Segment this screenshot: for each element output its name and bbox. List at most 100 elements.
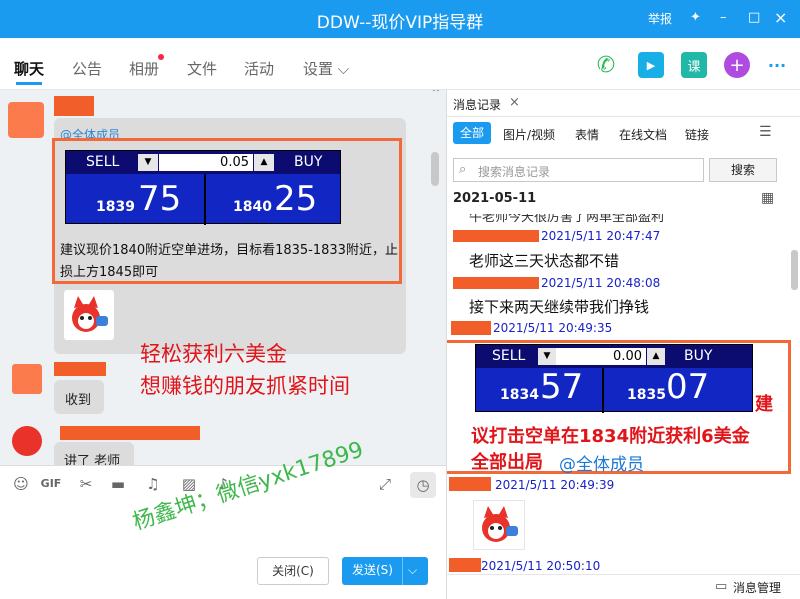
send-label: 发送(S) <box>352 563 393 577</box>
history-scrollbar[interactable] <box>791 250 798 290</box>
history-clock-icon[interactable]: ◷ <box>410 472 436 498</box>
video-call-icon[interactable]: ▶ <box>638 52 664 78</box>
sender-name <box>453 230 539 242</box>
message-time: 2021/5/11 20:49:35 <box>493 321 613 335</box>
sticker-image[interactable] <box>473 500 525 550</box>
history-close-icon[interactable]: × <box>509 95 520 110</box>
message-text: 牛老师今天很厉害了两单全部盈利 <box>469 210 665 225</box>
chat-scrollbar[interactable] <box>431 152 439 186</box>
promo-overlay-start: 建 <box>755 394 773 415</box>
search-placeholder: 搜索消息记录 <box>478 165 551 179</box>
buy-price-big: 25 <box>274 179 318 219</box>
buy-price-small: 1840 <box>233 199 272 215</box>
history-footer: ▭ 消息管理 <box>447 574 800 599</box>
tab-chat[interactable]: 聊天 <box>14 58 44 85</box>
avatar[interactable] <box>12 364 42 394</box>
chat-messages[interactable]: @全体成员 SELL ▼ 0.05 ▲ BUY 1839 75 1840 25 … <box>0 90 446 465</box>
calendar-icon[interactable]: ▦ <box>761 190 774 206</box>
sender-name <box>449 477 491 491</box>
sender-name <box>449 558 481 572</box>
lots-input[interactable]: 0.00 <box>556 348 646 365</box>
tab-files[interactable]: 文件 <box>187 58 217 79</box>
sell-price-big: 57 <box>540 367 584 407</box>
filter-all[interactable]: 全部 <box>453 122 491 144</box>
search-input[interactable]: ⌕ 搜索消息记录 <box>453 158 704 182</box>
trade-ticket: SELL ▼ 0.00 ▲ BUY 1834 57 1835 07 <box>475 344 753 413</box>
mention-all[interactable]: @全体成员 <box>559 450 644 475</box>
manage-button[interactable]: 消息管理 <box>733 579 781 596</box>
emoji-icon[interactable]: ☺ <box>10 475 32 497</box>
trade-ticket: SELL ▼ 0.05 ▲ BUY 1839 75 1840 25 <box>65 150 341 225</box>
close-window-button[interactable]: × <box>774 8 787 27</box>
sticker-image[interactable] <box>64 290 114 340</box>
add-app-icon[interactable]: + <box>724 52 750 78</box>
message-text: 老师这三天状态都不错 <box>469 252 620 270</box>
close-button[interactable]: 关闭(C) <box>257 557 329 585</box>
sender-name <box>54 96 94 116</box>
maximize-button[interactable]: □ <box>748 10 760 25</box>
avatar[interactable] <box>12 426 42 456</box>
buy-price-big: 07 <box>666 367 710 407</box>
scissors-icon[interactable]: ✂ <box>75 475 97 497</box>
send-button[interactable]: 发送(S) ⌵ <box>342 557 428 585</box>
promo-line-1: 轻松获利六美金 <box>140 342 287 366</box>
group-tabs: 聊天 公告 相册 文件 活动 设置 ⌵ ✆ ▶ 课 + ··· <box>0 38 800 90</box>
history-panel: 消息记录 × 全部 图片/视频 表情 在线文档 链接 ☰ ⌕ 搜索消息记录 搜索… <box>446 90 800 599</box>
buy-label: BUY <box>294 154 323 170</box>
ticket-divider <box>204 174 206 225</box>
sell-price-small: 1834 <box>500 387 539 403</box>
promo-line-2: 想赚钱的朋友抓紧时间 <box>140 374 350 398</box>
gif-icon[interactable]: GIF <box>40 477 62 499</box>
sell-price-small: 1839 <box>96 199 135 215</box>
phone-icon[interactable]: ✆ <box>593 52 619 78</box>
message-time: 2021/5/11 20:50:10 <box>481 559 601 573</box>
title-bar: DDW--现价VIP指导群 举报 ✦ – □ × <box>0 0 800 38</box>
sell-label: SELL <box>86 154 120 170</box>
manage-icon[interactable]: ▭ <box>715 579 727 594</box>
tab-announcement[interactable]: 公告 <box>72 58 102 79</box>
ticket-divider <box>602 368 604 413</box>
message-bubble: 讲了 老师 <box>54 442 134 465</box>
history-title: 消息记录 <box>453 98 502 112</box>
more-icon[interactable]: ··· <box>764 52 790 78</box>
filter-docs[interactable]: 在线文档 <box>619 126 667 143</box>
expand-icon[interactable]: ⤢ <box>374 475 396 497</box>
fox-sticker-icon <box>72 296 108 332</box>
lots-down-icon[interactable]: ▼ <box>138 154 158 171</box>
minimize-button[interactable]: – <box>720 10 727 25</box>
lots-input[interactable]: 0.05 <box>159 154 253 171</box>
promo-overlay-line: 全部出局 <box>471 452 543 473</box>
report-button[interactable]: 举报 <box>648 10 672 27</box>
course-icon[interactable]: 课 <box>681 52 707 78</box>
message-time: 2021/5/11 20:47:47 <box>541 229 661 243</box>
folder-icon[interactable]: ▬ <box>107 475 129 497</box>
buy-price-small: 1835 <box>627 387 666 403</box>
music-icon[interactable]: ♫ <box>142 475 164 497</box>
window-title: DDW--现价VIP指导群 <box>316 13 484 33</box>
filter-icon[interactable]: ☰ <box>759 124 772 140</box>
collapse-icon[interactable]: ⌃ <box>430 90 442 102</box>
promo-overlay-line: 议打击空单在1834附近获利6美金 <box>471 426 750 447</box>
filter-media[interactable]: 图片/视频 <box>503 126 555 143</box>
buy-label: BUY <box>684 348 713 364</box>
reply-text: 讲了 老师 <box>64 454 121 465</box>
message-time: 2021/5/11 20:49:39 <box>495 478 615 492</box>
tab-album[interactable]: 相册 <box>129 58 159 79</box>
lots-down-icon[interactable]: ▼ <box>538 348 556 365</box>
filter-links[interactable]: 链接 <box>685 126 709 143</box>
message-bubble: 收到 <box>54 380 104 414</box>
reply-text: 收到 <box>65 393 92 408</box>
history-date: 2021-05-11 <box>453 191 537 206</box>
tab-settings[interactable]: 设置 ⌵ <box>303 58 349 79</box>
send-options-icon[interactable]: ⌵ <box>408 557 417 583</box>
tab-activity[interactable]: 活动 <box>244 58 274 79</box>
sender-name <box>60 426 200 440</box>
skin-icon[interactable]: ✦ <box>690 10 701 25</box>
search-button[interactable]: 搜索 <box>709 158 777 182</box>
album-badge <box>158 54 164 60</box>
lots-up-icon[interactable]: ▲ <box>647 348 665 365</box>
avatar[interactable] <box>8 102 44 138</box>
filter-emoji[interactable]: 表情 <box>575 126 599 143</box>
lots-up-icon[interactable]: ▲ <box>254 154 274 171</box>
search-icon: ⌕ <box>459 162 467 177</box>
